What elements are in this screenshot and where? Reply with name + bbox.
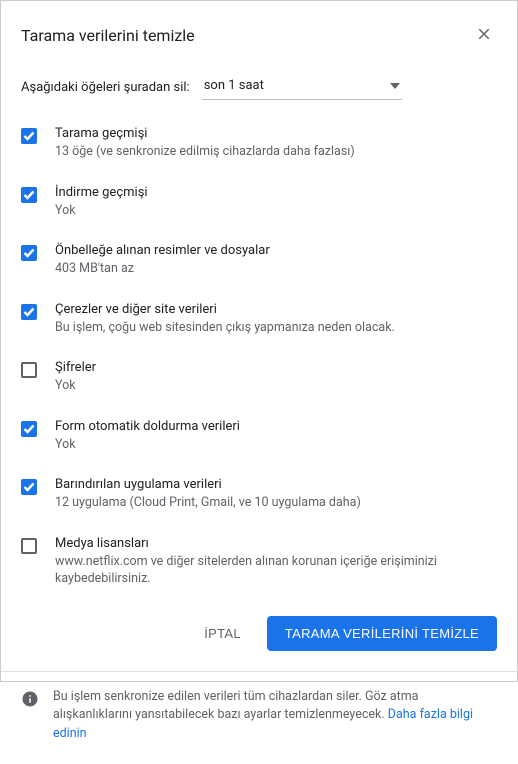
option-text: Barındırılan uygulama verileri 12 uygulam…: [55, 477, 497, 512]
option-text: Medya lisansları www.netflix.com ve diğer…: [55, 536, 497, 588]
option-checkbox[interactable]: [21, 304, 37, 320]
close-button[interactable]: [471, 21, 497, 50]
option-text: Önbelleğe alınan resimler ve dosyalar 403…: [55, 243, 497, 278]
option-row: İndirme geçmişi Yok: [21, 175, 497, 234]
option-desc: Bu işlem, çoğu web sitesinden çıkış yapm…: [55, 319, 497, 337]
option-checkbox[interactable]: [21, 421, 37, 437]
clear-browsing-data-dialog: Tarama verilerini temizle Aşağıdaki öğel…: [0, 0, 518, 682]
option-title: Önbelleğe alınan resimler ve dosyalar: [55, 243, 497, 258]
option-row: Form otomatik doldurma verileri Yok: [21, 409, 497, 468]
time-range-select[interactable]: son 1 saat: [202, 74, 402, 100]
cancel-button[interactable]: İPTAL: [186, 616, 259, 651]
option-title: Form otomatik doldurma verileri: [55, 419, 497, 434]
option-row: Çerezler ve diğer site verileri Bu işlem,…: [21, 292, 497, 351]
option-row: Şifreler Yok: [21, 350, 497, 409]
info-icon: [21, 690, 39, 708]
clear-data-button[interactable]: TARAMA VERİLERİNİ TEMİZLE: [267, 616, 497, 651]
dialog-footer: Bu işlem senkronize edilen verileri tüm …: [1, 671, 517, 764]
option-title: Çerezler ve diğer site verileri: [55, 302, 497, 317]
option-desc: 12 uygulama (Cloud Print, Gmail, ve 10 u…: [55, 494, 497, 512]
time-range-value: son 1 saat: [204, 78, 264, 93]
option-row: Medya lisansları www.netflix.com ve diğer…: [21, 526, 497, 602]
footer-message: Bu işlem senkronize edilen verileri tüm …: [53, 689, 419, 723]
option-text: İndirme geçmişi Yok: [55, 185, 497, 220]
option-checkbox[interactable]: [21, 187, 37, 203]
option-desc: Yok: [55, 377, 497, 395]
option-title: Medya lisansları: [55, 536, 497, 551]
option-desc: Yok: [55, 202, 497, 220]
option-text: Çerezler ve diğer site verileri Bu işlem,…: [55, 302, 497, 337]
option-row: Tarama geçmişi 13 öğe (ve senkronize edil…: [21, 116, 497, 175]
option-text: Form otomatik doldurma verileri Yok: [55, 419, 497, 454]
option-row: Önbelleğe alınan resimler ve dosyalar 403…: [21, 233, 497, 292]
option-text: Şifreler Yok: [55, 360, 497, 395]
option-text: Tarama geçmişi 13 öğe (ve senkronize edil…: [55, 126, 497, 161]
option-checkbox[interactable]: [21, 362, 37, 378]
option-row: Barındırılan uygulama verileri 12 uygulam…: [21, 467, 497, 526]
option-desc: 13 öğe (ve senkronize edilmiş cihazlarda…: [55, 143, 497, 161]
option-checkbox[interactable]: [21, 479, 37, 495]
time-range-row: Aşağıdaki öğeleri şuradan sil: son 1 saa…: [1, 66, 517, 116]
option-desc: 403 MB'tan az: [55, 260, 497, 278]
footer-text: Bu işlem senkronize edilen verileri tüm …: [53, 688, 497, 744]
option-desc: Yok: [55, 436, 497, 454]
option-title: Tarama geçmişi: [55, 126, 497, 141]
time-range-label: Aşağıdaki öğeleri şuradan sil:: [21, 80, 190, 95]
options-list: Tarama geçmişi 13 öğe (ve senkronize edil…: [1, 116, 517, 602]
dialog-actions: İPTAL TARAMA VERİLERİNİ TEMİZLE: [1, 602, 517, 671]
option-desc: www.netflix.com ve diğer sitelerden alın…: [55, 553, 497, 588]
option-title: Barındırılan uygulama verileri: [55, 477, 497, 492]
close-icon: [475, 25, 493, 46]
option-title: İndirme geçmişi: [55, 185, 497, 200]
dialog-title: Tarama verilerini temizle: [21, 26, 195, 45]
option-checkbox[interactable]: [21, 538, 37, 554]
option-checkbox[interactable]: [21, 128, 37, 144]
chevron-down-icon: [390, 78, 400, 93]
option-title: Şifreler: [55, 360, 497, 375]
option-checkbox[interactable]: [21, 245, 37, 261]
dialog-header: Tarama verilerini temizle: [1, 1, 517, 66]
